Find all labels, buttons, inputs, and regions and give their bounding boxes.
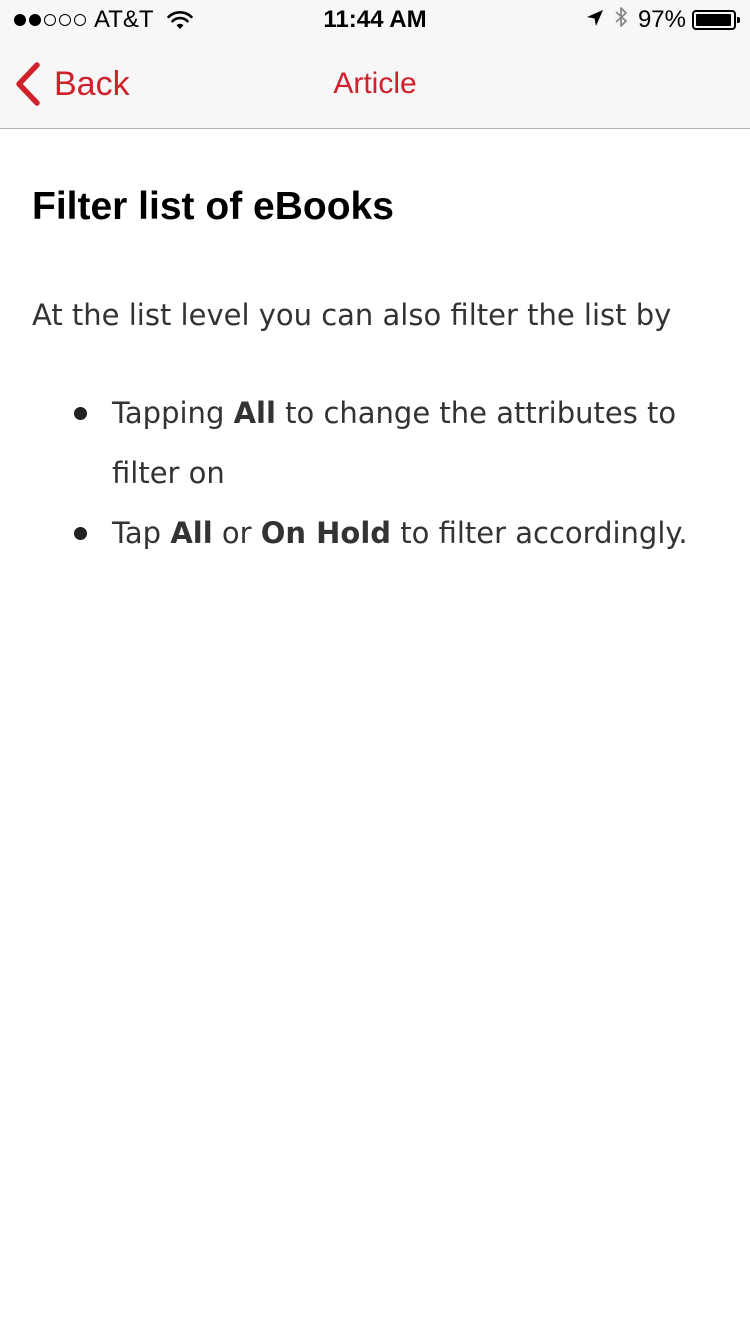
- bullet-strong-text: All: [233, 396, 276, 430]
- bullet-text: Tap: [112, 516, 171, 550]
- article-content: Filter list of eBooks At the list level …: [0, 129, 750, 563]
- bullet-icon: [74, 527, 87, 540]
- list-item: Tapping All to change the attributes to …: [32, 383, 718, 503]
- article-title: Filter list of eBooks: [32, 185, 394, 228]
- bullet-text: Tapping: [112, 396, 234, 430]
- bullet-list: Tapping All to change the attributes to …: [32, 383, 718, 563]
- location-icon: [586, 6, 604, 34]
- status-right: 97%: [586, 5, 740, 36]
- article-intro: At the list level you can also filter th…: [32, 298, 672, 332]
- bullet-strong-text: On Hold: [260, 516, 392, 550]
- bullet-strong-text: All: [170, 516, 213, 550]
- bullet-text: to filter accordingly.: [391, 516, 688, 550]
- battery-icon: [692, 10, 740, 30]
- status-bar: AT&T 11:44 AM 97%: [0, 0, 750, 40]
- back-label: Back: [54, 64, 130, 103]
- navigation-bar: Back Article: [0, 40, 750, 129]
- chevron-left-icon: [14, 62, 42, 106]
- battery-fill: [696, 14, 731, 26]
- back-button[interactable]: Back: [14, 40, 130, 128]
- bullet-text: or: [212, 516, 261, 550]
- bullet-icon: [74, 407, 87, 420]
- battery-percentage: 97%: [637, 6, 686, 33]
- list-item: Tap All or On Hold to filter accordingly…: [32, 503, 718, 563]
- battery-nub: [737, 17, 740, 23]
- bluetooth-icon: [614, 5, 628, 36]
